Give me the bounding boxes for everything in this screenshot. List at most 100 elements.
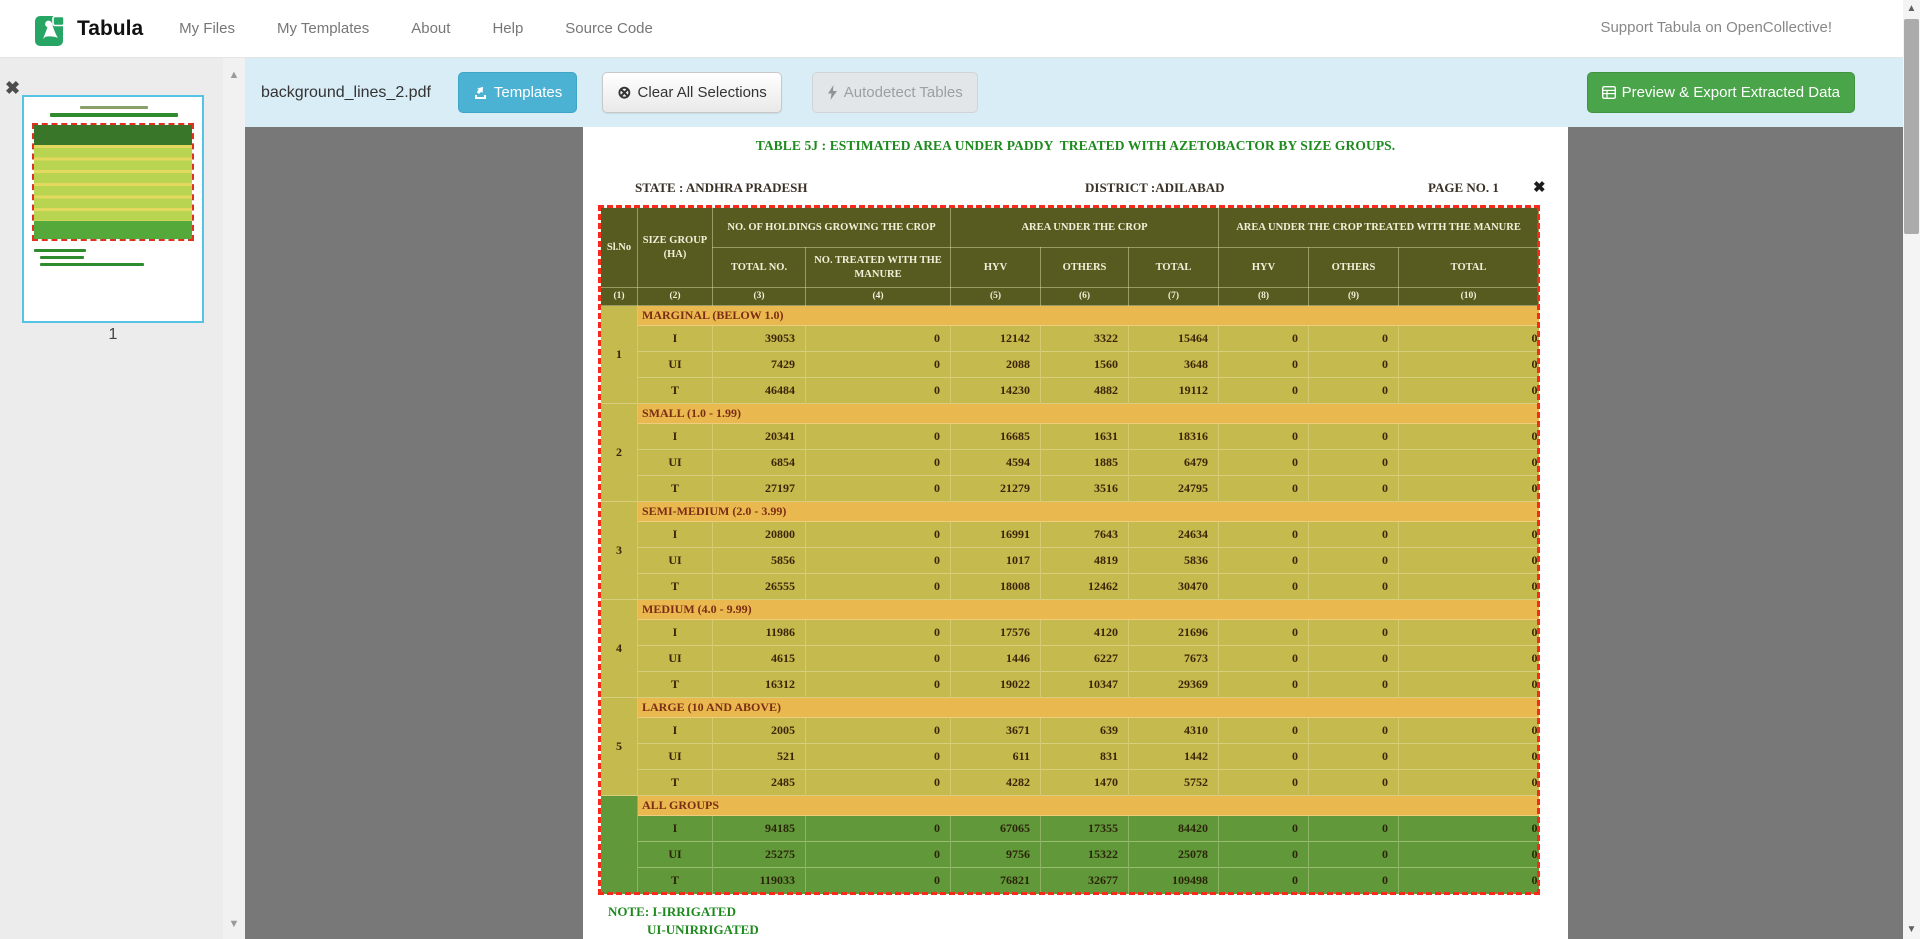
value-cell: 0 bbox=[806, 352, 951, 378]
page-thumbnails-sidebar: ✖ 1 ▲ ▼ bbox=[0, 58, 245, 939]
col-num-2: (2) bbox=[638, 288, 713, 306]
slno-cell: 5 bbox=[601, 698, 638, 796]
value-cell: 0 bbox=[1309, 450, 1399, 476]
delete-page-icon[interactable]: ✖ bbox=[5, 78, 20, 99]
value-cell: 0 bbox=[1309, 326, 1399, 352]
col-header-hyv-2: HYV bbox=[1219, 248, 1309, 288]
mini-table-body bbox=[34, 145, 192, 221]
nav-source-code[interactable]: Source Code bbox=[565, 20, 653, 37]
clear-all-selections-button[interactable]: ⊗ Clear All Selections bbox=[602, 72, 781, 113]
value-cell: 0 bbox=[1399, 476, 1539, 502]
value-cell: 4819 bbox=[1041, 548, 1129, 574]
main-panel: background_lines_2.pdf Templates ⊗ Clear… bbox=[245, 58, 1903, 939]
pdf-table-body: 1MARGINAL (BELOW 1.0)I390530121423322154… bbox=[601, 306, 1539, 894]
col-num-3: (3) bbox=[713, 288, 806, 306]
preview-export-button[interactable]: Preview & Export Extracted Data bbox=[1587, 72, 1855, 113]
irrigation-type-cell: I bbox=[638, 816, 713, 842]
selection-close-icon[interactable]: ✖ bbox=[1533, 178, 1546, 197]
mini-subtitle-line bbox=[50, 113, 178, 117]
col-num-1: (1) bbox=[601, 288, 638, 306]
note-unirrigated: UI-UNIRRIGATED bbox=[647, 921, 759, 939]
scrollbar-thumb[interactable] bbox=[1904, 19, 1919, 234]
value-cell: 25275 bbox=[713, 842, 806, 868]
slno-cell bbox=[601, 796, 638, 894]
top-navbar: Tabula My Files My Templates About Help … bbox=[0, 0, 1920, 58]
templates-button[interactable]: Templates bbox=[458, 72, 577, 113]
size-group-band-row: 3SEMI-MEDIUM (2.0 - 3.99) bbox=[601, 502, 1539, 522]
value-cell: 94185 bbox=[713, 816, 806, 842]
value-cell: 3322 bbox=[1041, 326, 1129, 352]
mini-table-footer bbox=[34, 221, 192, 239]
value-cell: 76821 bbox=[951, 868, 1041, 894]
value-cell: 6227 bbox=[1041, 646, 1129, 672]
value-cell: 0 bbox=[806, 718, 951, 744]
brand-name: Tabula bbox=[77, 17, 143, 41]
value-cell: 0 bbox=[1309, 816, 1399, 842]
value-cell: 20341 bbox=[713, 424, 806, 450]
value-cell: 0 bbox=[1399, 548, 1539, 574]
window-scrollbar[interactable]: ▲ ▼ bbox=[1903, 0, 1920, 939]
col-num-4: (4) bbox=[806, 288, 951, 306]
pdf-viewer: TABLE 5J : ESTIMATED AREA UNDER PADDY TR… bbox=[245, 127, 1903, 939]
value-cell: 0 bbox=[806, 672, 951, 698]
pdf-meta-row: STATE : ANDHRA PRADESH DISTRICT :ADILABA… bbox=[583, 180, 1568, 198]
value-cell: 0 bbox=[806, 620, 951, 646]
value-cell: 6479 bbox=[1129, 450, 1219, 476]
size-group-label: LARGE (10 AND ABOVE) bbox=[638, 698, 1539, 718]
value-cell: 17576 bbox=[951, 620, 1041, 646]
slno-cell: 3 bbox=[601, 502, 638, 600]
value-cell: 18316 bbox=[1129, 424, 1219, 450]
value-cell: 0 bbox=[1309, 424, 1399, 450]
value-cell: 0 bbox=[1399, 718, 1539, 744]
value-cell: 0 bbox=[1399, 620, 1539, 646]
brand[interactable]: Tabula bbox=[35, 12, 179, 46]
nav-help[interactable]: Help bbox=[492, 20, 523, 37]
value-cell: 39053 bbox=[713, 326, 806, 352]
sidebar-scroll-up-icon[interactable]: ▲ bbox=[227, 68, 241, 82]
value-cell: 0 bbox=[1399, 450, 1539, 476]
irrigation-type-cell: T bbox=[638, 770, 713, 796]
templates-button-label: Templates bbox=[494, 84, 562, 101]
value-cell: 5752 bbox=[1129, 770, 1219, 796]
support-opencollective-link[interactable]: Support Tabula on OpenCollective! bbox=[1600, 19, 1832, 36]
value-cell: 0 bbox=[806, 326, 951, 352]
value-cell: 0 bbox=[806, 646, 951, 672]
irrigation-type-cell: T bbox=[638, 574, 713, 600]
irrigation-type-cell: T bbox=[638, 378, 713, 404]
value-cell: 0 bbox=[1399, 574, 1539, 600]
content-area: ✖ 1 ▲ ▼ background_lines_2.pdf bbox=[0, 58, 1903, 939]
sidebar-scroll-down-icon[interactable]: ▼ bbox=[227, 917, 241, 931]
table-row: T24850428214705752000 bbox=[601, 770, 1539, 796]
clear-button-label: Clear All Selections bbox=[638, 84, 767, 101]
nav-my-files[interactable]: My Files bbox=[179, 20, 235, 37]
col-num-10: (10) bbox=[1399, 288, 1539, 306]
autodetect-tables-button[interactable]: Autodetect Tables bbox=[812, 72, 978, 113]
value-cell: 10347 bbox=[1041, 672, 1129, 698]
value-cell: 29369 bbox=[1129, 672, 1219, 698]
value-cell: 0 bbox=[1309, 842, 1399, 868]
value-cell: 0 bbox=[1219, 476, 1309, 502]
scrollbar-up-icon[interactable]: ▲ bbox=[1903, 1, 1920, 17]
nav-about[interactable]: About bbox=[411, 20, 450, 37]
value-cell: 0 bbox=[1309, 744, 1399, 770]
page-1-thumbnail[interactable] bbox=[22, 95, 204, 323]
table-row: UI52106118311442000 bbox=[601, 744, 1539, 770]
nav-my-templates[interactable]: My Templates bbox=[277, 20, 369, 37]
sidebar-scrollbar[interactable]: ▲ ▼ bbox=[223, 58, 245, 939]
toolbar: background_lines_2.pdf Templates ⊗ Clear… bbox=[245, 58, 1903, 127]
value-cell: 4282 bbox=[951, 770, 1041, 796]
col-num-6: (6) bbox=[1041, 288, 1129, 306]
irrigation-type-cell: T bbox=[638, 672, 713, 698]
table-row: T11903307682132677109498000 bbox=[601, 868, 1539, 894]
size-group-label: SMALL (1.0 - 1.99) bbox=[638, 404, 1539, 424]
col-header-total-1: TOTAL bbox=[1129, 248, 1219, 288]
scrollbar-down-icon[interactable]: ▼ bbox=[1903, 922, 1920, 938]
pdf-page[interactable]: TABLE 5J : ESTIMATED AREA UNDER PADDY TR… bbox=[583, 127, 1568, 939]
size-group-band-row: 2SMALL (1.0 - 1.99) bbox=[601, 404, 1539, 424]
value-cell: 0 bbox=[1309, 672, 1399, 698]
value-cell: 0 bbox=[1219, 770, 1309, 796]
value-cell: 119033 bbox=[713, 868, 806, 894]
irrigation-type-cell: UI bbox=[638, 450, 713, 476]
size-group-band-row: 5LARGE (10 AND ABOVE) bbox=[601, 698, 1539, 718]
value-cell: 4120 bbox=[1041, 620, 1129, 646]
